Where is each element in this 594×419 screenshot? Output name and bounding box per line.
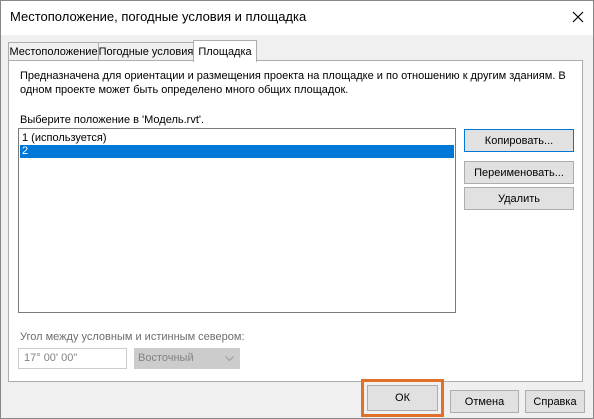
list-item-selected[interactable]: 2 [20, 145, 454, 158]
dialog-title: Местоположение, погодные условия и площа… [10, 9, 307, 24]
close-icon [572, 11, 584, 23]
angle-input[interactable]: 17° 00' 00" [18, 348, 127, 369]
list-item[interactable]: 1 (используется) [20, 132, 454, 145]
angle-label: Угол между условным и истинным севером: [20, 331, 245, 343]
tab-location[interactable]: Местоположение [8, 42, 99, 61]
rename-button[interactable]: Переименовать... [464, 161, 574, 184]
site-dialog: Местоположение, погодные условия и площа… [0, 0, 594, 419]
tab-label: Площадка [198, 45, 252, 58]
copy-button[interactable]: Копировать... [464, 129, 574, 152]
ok-highlight-frame [361, 379, 444, 417]
direction-select[interactable]: Восточный [134, 348, 240, 369]
tab-label: Погодные условия [98, 46, 194, 58]
title-bar: Местоположение, погодные условия и площа… [1, 1, 593, 35]
site-description: Предназначена для ориентации и размещени… [20, 70, 566, 96]
tab-label: Местоположение [9, 46, 98, 58]
tab-site[interactable]: Площадка [193, 40, 257, 62]
delete-button[interactable]: Удалить [464, 187, 574, 210]
help-button[interactable]: Справка [525, 390, 585, 413]
positions-list[interactable]: 1 (используется) 2 [18, 128, 456, 313]
select-position-label: Выберите положение в 'Модель.rvt'. [20, 114, 205, 126]
direction-value: Восточный [138, 352, 194, 364]
close-button[interactable] [563, 3, 593, 31]
cancel-button[interactable]: Отмена [450, 390, 519, 413]
tab-weather[interactable]: Погодные условия [98, 42, 194, 61]
chevron-down-icon [225, 356, 234, 362]
